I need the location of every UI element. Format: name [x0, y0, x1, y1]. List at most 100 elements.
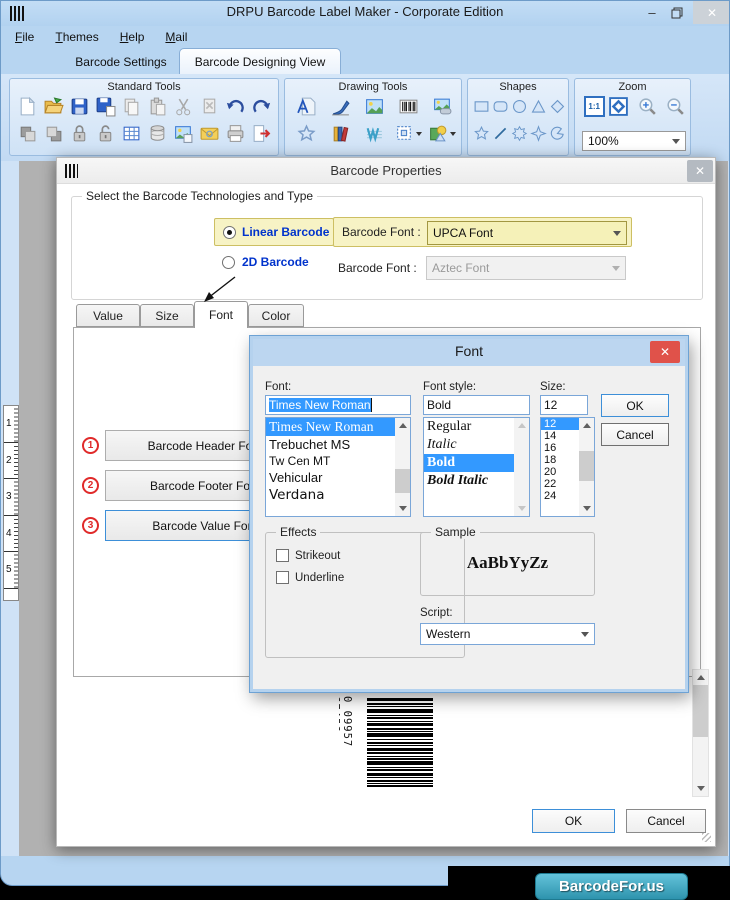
scroll-down-icon[interactable]	[517, 506, 526, 511]
pen-tool-icon[interactable]	[323, 93, 357, 120]
dialog-title-bar: Barcode Properties ✕	[57, 158, 715, 184]
image-frame-tool-icon[interactable]	[425, 93, 459, 120]
email-icon[interactable]	[196, 120, 222, 147]
annotation-arrow	[204, 276, 236, 302]
menu-themes[interactable]: Themes	[55, 30, 98, 44]
send-to-back-icon[interactable]	[40, 120, 66, 147]
menu-help[interactable]: Help	[120, 30, 145, 44]
cut-icon[interactable]	[170, 93, 196, 120]
scroll-down-icon[interactable]	[696, 786, 705, 791]
unlock-icon[interactable]	[92, 120, 118, 147]
properties-cancel-button[interactable]: Cancel	[626, 809, 706, 833]
list-item[interactable]: Trebuchet MS	[266, 436, 410, 453]
2d-barcode-radio[interactable]: 2D Barcode	[222, 255, 309, 269]
scrollbar-thumb[interactable]	[579, 451, 594, 481]
tab-value[interactable]: Value	[76, 304, 140, 327]
tab-barcode-settings[interactable]: Barcode Settings	[56, 50, 186, 74]
exit-icon[interactable]	[248, 120, 274, 147]
strikeout-checkbox[interactable]: Strikeout	[276, 549, 340, 562]
zoom-out-icon[interactable]	[662, 93, 690, 120]
seal-icon[interactable]	[510, 120, 529, 147]
list-item[interactable]: Vehicular	[266, 469, 410, 486]
save-as-icon[interactable]	[92, 93, 118, 120]
font-style-input[interactable]: Bold	[423, 395, 530, 415]
one-to-one-icon[interactable]: 1:1	[582, 93, 606, 120]
lock-icon[interactable]	[66, 120, 92, 147]
database-icon[interactable]	[144, 120, 170, 147]
tab-size[interactable]: Size	[140, 304, 194, 327]
rounded-rectangle-icon[interactable]	[491, 93, 510, 120]
menu-mail[interactable]: Mail	[165, 30, 187, 44]
tab-color[interactable]: Color	[248, 304, 304, 327]
shape-outline-tool-icon[interactable]	[289, 120, 323, 147]
bring-to-front-icon[interactable]	[14, 120, 40, 147]
underline-checkbox[interactable]: Underline	[276, 571, 344, 584]
linear-barcode-radio[interactable]: Linear Barcode	[214, 218, 334, 246]
font-size-input[interactable]: 12	[540, 395, 588, 415]
fit-view-icon[interactable]	[606, 93, 630, 120]
copy-icon[interactable]	[118, 93, 144, 120]
font-cancel-button[interactable]: Cancel	[601, 423, 669, 446]
scroll-up-icon[interactable]	[696, 675, 705, 680]
script-combobox[interactable]: Western	[420, 623, 595, 645]
star-icon[interactable]	[472, 120, 491, 147]
font-dialog-close-button[interactable]: ✕	[650, 341, 680, 363]
print-icon[interactable]	[222, 120, 248, 147]
font-size-list[interactable]: 12 14 16 18 20 22 24	[540, 417, 595, 517]
text-tool-icon[interactable]	[289, 93, 323, 120]
zoom-in-icon[interactable]	[634, 93, 662, 120]
barcode-tool-icon[interactable]	[391, 93, 425, 120]
grid-icon[interactable]	[118, 120, 144, 147]
scroll-down-icon[interactable]	[398, 506, 407, 511]
font-style-list[interactable]: Regular Italic Bold Bold Italic	[423, 417, 530, 517]
2d-font-combobox[interactable]: Aztec Font	[426, 256, 626, 280]
list-item[interactable]: Verdana	[266, 486, 410, 504]
properties-ok-button[interactable]: OK	[532, 809, 615, 833]
size-list-scrollbar[interactable]	[579, 418, 594, 516]
pie-icon[interactable]	[548, 120, 567, 147]
restore-button[interactable]	[666, 1, 688, 24]
open-file-icon[interactable]	[40, 93, 66, 120]
frame-select-tool-icon[interactable]	[391, 120, 425, 147]
font-name-input[interactable]: Times New Roman	[265, 395, 411, 415]
linear-font-combobox[interactable]: UPCA Font	[427, 221, 627, 245]
resize-grip[interactable]	[702, 833, 711, 842]
scroll-up-icon[interactable]	[517, 423, 526, 428]
library-tool-icon[interactable]	[323, 120, 357, 147]
list-item[interactable]: Times New Roman	[266, 418, 410, 436]
line-icon[interactable]	[491, 120, 510, 147]
picture-tool-icon[interactable]	[357, 93, 391, 120]
font-ok-button[interactable]: OK	[601, 394, 669, 417]
dialog-scrollbar[interactable]	[692, 669, 709, 797]
ellipse-icon[interactable]	[510, 93, 529, 120]
scrollbar-thumb[interactable]	[395, 469, 410, 493]
save-icon[interactable]	[66, 93, 92, 120]
zoom-level-combobox[interactable]: 100%	[582, 131, 686, 151]
font-list[interactable]: Times New Roman Trebuchet MS Tw Cen MT V…	[265, 417, 411, 517]
export-image-icon[interactable]	[170, 120, 196, 147]
list-item[interactable]: Tw Cen MT	[266, 453, 410, 469]
triangle-icon[interactable]	[529, 93, 548, 120]
watermark-tool-icon[interactable]	[357, 120, 391, 147]
font-list-scrollbar[interactable]	[395, 418, 410, 516]
close-button[interactable]: ✕	[693, 1, 729, 24]
rectangle-icon[interactable]	[472, 93, 491, 120]
tab-barcode-designing-view[interactable]: Barcode Designing View	[179, 48, 341, 74]
scroll-up-icon[interactable]	[398, 423, 407, 428]
style-list-scrollbar[interactable]	[514, 418, 529, 516]
new-document-icon[interactable]	[14, 93, 40, 120]
scroll-up-icon[interactable]	[582, 423, 591, 428]
minimize-button[interactable]: –	[641, 1, 663, 24]
paste-icon[interactable]	[144, 93, 170, 120]
scroll-down-icon[interactable]	[582, 506, 591, 511]
four-point-star-icon[interactable]	[529, 120, 548, 147]
diamond-icon[interactable]	[548, 93, 567, 120]
underline-label: Underline	[295, 571, 345, 584]
undo-icon[interactable]	[222, 93, 248, 120]
menu-file[interactable]: File	[15, 30, 34, 44]
delete-icon[interactable]	[196, 93, 222, 120]
scrollbar-thumb[interactable]	[693, 685, 708, 737]
dialog-close-button[interactable]: ✕	[687, 160, 713, 182]
redo-icon[interactable]	[248, 93, 274, 120]
clipart-tool-icon[interactable]	[425, 120, 459, 147]
